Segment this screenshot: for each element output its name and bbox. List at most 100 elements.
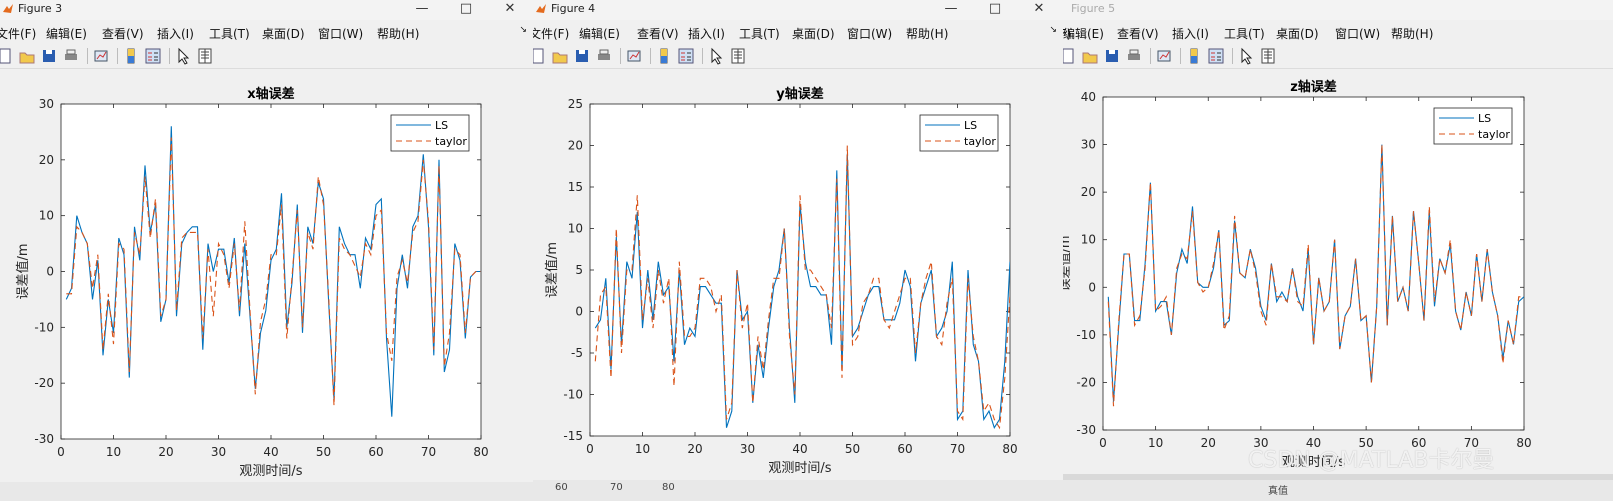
toolbar-separator	[620, 48, 621, 64]
toolbar-overflow-icon[interactable]: ↘	[1049, 25, 1057, 35]
menu-item[interactable]: 查看(V)	[1117, 25, 1159, 42]
legend-icon[interactable]	[144, 47, 162, 65]
pointer-icon[interactable]	[174, 47, 192, 65]
property-editor-icon[interactable]	[196, 47, 214, 65]
menu-item[interactable]: 工具(T)	[209, 25, 250, 42]
y-tick-label: -10	[34, 320, 54, 334]
menu-item[interactable]: 插入(I)	[1172, 25, 1209, 42]
y-tick-label: 40	[1081, 90, 1096, 104]
legend-label: LS	[1478, 112, 1491, 125]
menu-item[interactable]: 帮助(H)	[1391, 25, 1433, 42]
menu-item[interactable]: 桌面(D)	[792, 25, 835, 42]
plot-area[interactable]	[60, 103, 482, 440]
x-tick-label: 0	[1099, 436, 1107, 450]
menu-item[interactable]: 帮助(H)	[377, 25, 419, 42]
print-icon[interactable]	[62, 47, 80, 65]
menu-item[interactable]: 编辑(E)	[1063, 25, 1104, 42]
menu-item[interactable]: 插入(I)	[688, 25, 725, 42]
colorbar-icon[interactable]	[1185, 47, 1203, 65]
new-file-icon[interactable]	[1063, 47, 1077, 65]
close-button[interactable]: ✕	[490, 0, 530, 20]
legend[interactable]: LS taylor	[919, 114, 999, 152]
link-plot-icon[interactable]	[92, 47, 110, 65]
legend[interactable]: LS taylor	[390, 114, 470, 152]
close-button[interactable]: ✕	[1019, 0, 1059, 20]
menu-item[interactable]: 文件(F)	[533, 25, 569, 42]
open-folder-icon[interactable]	[551, 47, 569, 65]
open-folder-icon[interactable]	[18, 47, 36, 65]
toolbar	[1063, 44, 1613, 69]
axes-y-error[interactable]: 0 10 20 30 40 50 60 70 80 -15 -10 -5 0 5 10 15 20 25 y轴误差观…	[533, 70, 1063, 480]
maximize-button[interactable]: □	[446, 0, 486, 20]
print-icon[interactable]	[595, 47, 613, 65]
menu-item[interactable]: 窗口(W)	[1335, 25, 1380, 42]
toolbar-overflow-icon[interactable]: ↘	[519, 25, 527, 35]
x-tick-label: 10	[106, 445, 121, 459]
y-tick-label: 20	[39, 153, 54, 167]
menu-bar: 文件(F) 编辑(E) 查看(V) 插入(I) 工具(T) 桌面(D) 窗口(W) 帮助(H)…	[0, 20, 533, 44]
menu-item[interactable]: 工具(T)	[1224, 25, 1265, 42]
legend-icon[interactable]	[677, 47, 695, 65]
chart-title: x轴误差	[247, 86, 294, 102]
y-tick-label: 30	[39, 97, 54, 111]
x-tick-label: 60	[368, 445, 383, 459]
minimize-button[interactable]: —	[931, 0, 971, 20]
axes-z-error[interactable]: 0 10 20 30 40 50 60 70 80-30-20-10010203040z轴误差观…	[1063, 70, 1613, 474]
open-folder-icon[interactable]	[1081, 47, 1099, 65]
menu-item[interactable]: 窗口(W)	[318, 25, 363, 42]
pointer-icon[interactable]	[1237, 47, 1255, 65]
title-bar[interactable]: Figure 5	[1063, 0, 1613, 20]
link-plot-icon[interactable]	[1155, 47, 1173, 65]
menu-item[interactable]: 编辑(E)	[579, 25, 620, 42]
minimize-button[interactable]: —	[402, 0, 442, 20]
colorbar-icon[interactable]	[122, 47, 140, 65]
link-plot-icon[interactable]	[625, 47, 643, 65]
menu-item[interactable]: 编辑(E)	[46, 25, 87, 42]
print-icon[interactable]	[1125, 47, 1143, 65]
y-tick-label: -15	[563, 429, 583, 443]
y-tick-label: 0	[575, 305, 583, 319]
menu-item[interactable]: 查看(V)	[637, 25, 679, 42]
menu-item[interactable]: 工具(T)	[739, 25, 780, 42]
menu-item[interactable]: 插入(I)	[157, 25, 194, 42]
x-tick-label: 50	[845, 442, 860, 456]
matlab-icon	[3, 4, 13, 13]
menu-item[interactable]: 查看(V)	[102, 25, 144, 42]
title-bar[interactable]: Figure 3 — □ ✕	[0, 0, 533, 20]
legend[interactable]: LS taylor	[1433, 107, 1513, 145]
figure-window-3[interactable]: Figure 3 — □ ✕ 文件(F) 编辑(E) 查看(V) 插入(I) 工具(T)…	[0, 0, 533, 482]
legend-label: LS	[964, 119, 977, 132]
menu-item[interactable]: 文件(F)	[0, 25, 36, 42]
new-file-icon[interactable]	[0, 47, 14, 65]
x-tick-label: 80	[473, 445, 488, 459]
y-tick-label: 10	[1081, 233, 1096, 247]
plot-area[interactable]	[1102, 96, 1525, 431]
save-icon[interactable]	[573, 47, 591, 65]
plot-area[interactable]	[589, 103, 1011, 437]
save-icon[interactable]	[1103, 47, 1121, 65]
save-icon[interactable]	[40, 47, 58, 65]
y-tick-label: 10	[568, 222, 583, 236]
colorbar-icon[interactable]	[655, 47, 673, 65]
x-tick-label: 80	[1516, 436, 1531, 450]
x-tick-label: 0	[586, 442, 594, 456]
menu-item[interactable]: 帮助(H)	[906, 25, 948, 42]
window-title: Figure 4	[551, 2, 596, 15]
maximize-button[interactable]: □	[975, 0, 1015, 20]
x-tick-label: 0	[57, 445, 65, 459]
legend-icon[interactable]	[1207, 47, 1225, 65]
title-bar[interactable]: Figure 4 — □ ✕	[533, 0, 1063, 20]
menu-item[interactable]: 桌面(D)	[1276, 25, 1319, 42]
x-axis-label: 观测时间/s	[239, 464, 302, 479]
new-file-icon[interactable]	[533, 47, 547, 65]
menu-item[interactable]: 桌面(D)	[262, 25, 305, 42]
menu-item[interactable]: 窗口(W)	[847, 25, 892, 42]
property-editor-icon[interactable]	[1259, 47, 1277, 65]
figure-window-4[interactable]: Figure 4 — □ ✕ 文件(F) 编辑(E) 查看(V) 插入(I) 工具(T)…	[533, 0, 1063, 480]
watermark: CSDN @MATLAB卡尔曼	[1248, 448, 1495, 473]
y-tick-label: 10	[39, 209, 54, 223]
property-editor-icon[interactable]	[729, 47, 747, 65]
pointer-icon[interactable]	[707, 47, 725, 65]
figure-window-5[interactable]: Figure 5 文件(F)编辑(E)查看(V)插入(I)工具(T)桌面(D)窗…	[1063, 0, 1613, 474]
axes-x-error[interactable]: 0 10 20 30 40 50 60 70 80 -30 -20 -10 0 10 20 30 x轴误差观测时…	[0, 70, 533, 480]
